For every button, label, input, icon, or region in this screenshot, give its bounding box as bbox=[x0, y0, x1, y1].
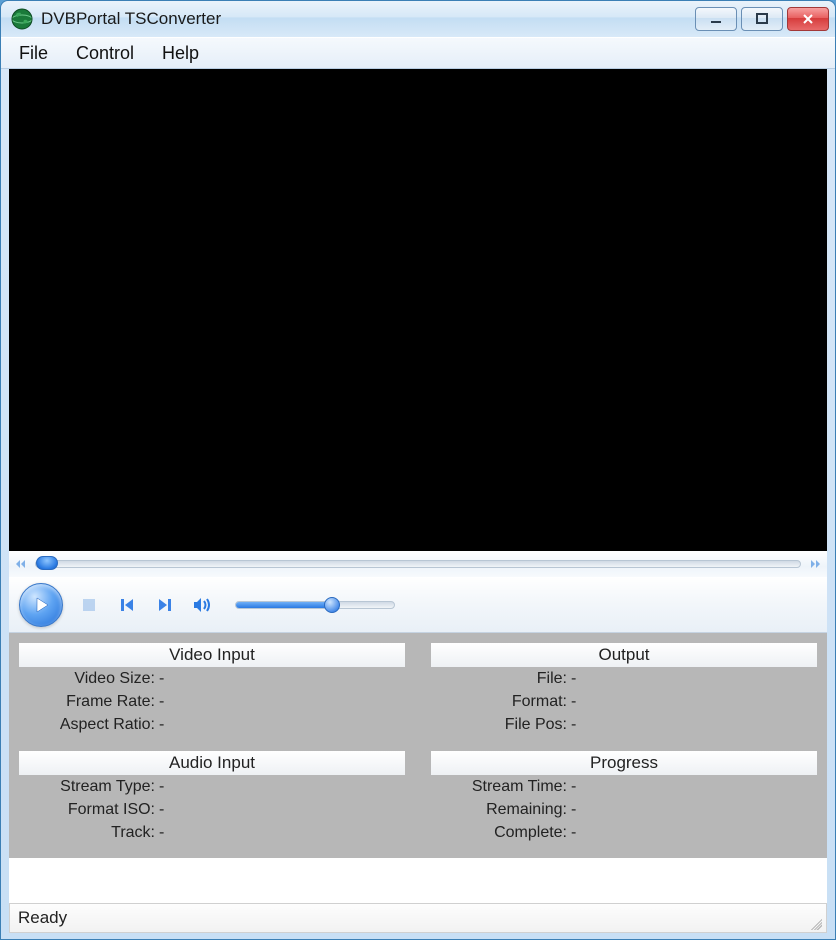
info-label: Remaining: bbox=[431, 798, 571, 821]
info-row: Format:- bbox=[431, 690, 817, 713]
panel-output: Output File:- Format:- File Pos:- bbox=[431, 643, 817, 737]
panel-header: Output bbox=[431, 643, 817, 667]
panel-header: Video Input bbox=[19, 643, 405, 667]
info-label: Video Size: bbox=[19, 667, 159, 690]
info-label: Format: bbox=[431, 690, 571, 713]
info-value: - bbox=[571, 775, 817, 798]
info-value: - bbox=[159, 690, 405, 713]
info-value: - bbox=[571, 713, 817, 736]
info-row: Aspect Ratio:- bbox=[19, 713, 405, 736]
info-value: - bbox=[571, 690, 817, 713]
info-row: Frame Rate:- bbox=[19, 690, 405, 713]
window-title: DVBPortal TSConverter bbox=[41, 9, 695, 29]
info-label: Frame Rate: bbox=[19, 690, 159, 713]
menu-control[interactable]: Control bbox=[64, 39, 146, 68]
info-value: - bbox=[159, 821, 405, 844]
volume-slider[interactable] bbox=[235, 601, 395, 609]
app-window: DVBPortal TSConverter File Control Help bbox=[0, 0, 836, 940]
resize-grip-icon[interactable] bbox=[808, 916, 822, 930]
info-value: - bbox=[159, 798, 405, 821]
status-bar: Ready bbox=[9, 903, 827, 933]
maximize-button[interactable] bbox=[741, 7, 783, 31]
menu-help[interactable]: Help bbox=[150, 39, 211, 68]
seek-bar bbox=[9, 551, 827, 577]
seek-thumb[interactable] bbox=[36, 556, 58, 570]
info-label: Stream Type: bbox=[19, 775, 159, 798]
info-row: File Pos:- bbox=[431, 713, 817, 736]
info-row: Complete:- bbox=[431, 821, 817, 844]
seek-track[interactable] bbox=[35, 560, 801, 568]
info-label: Stream Time: bbox=[431, 775, 571, 798]
info-row: Stream Type:- bbox=[19, 775, 405, 798]
panel-header: Audio Input bbox=[19, 751, 405, 775]
info-label: Track: bbox=[19, 821, 159, 844]
panel-video-input: Video Input Video Size:- Frame Rate:- As… bbox=[19, 643, 405, 737]
menu-file[interactable]: File bbox=[7, 39, 60, 68]
panel-header: Progress bbox=[431, 751, 817, 775]
status-text: Ready bbox=[18, 908, 67, 928]
info-row: Video Size:- bbox=[19, 667, 405, 690]
info-value: - bbox=[159, 667, 405, 690]
info-label: Aspect Ratio: bbox=[19, 713, 159, 736]
playback-controls bbox=[9, 577, 827, 633]
volume-fill bbox=[236, 602, 328, 608]
info-row: Remaining:- bbox=[431, 798, 817, 821]
window-controls bbox=[695, 7, 829, 31]
info-row: Stream Time:- bbox=[431, 775, 817, 798]
prev-button[interactable] bbox=[115, 593, 139, 617]
play-button[interactable] bbox=[19, 583, 63, 627]
info-label: Format ISO: bbox=[19, 798, 159, 821]
info-value: - bbox=[571, 821, 817, 844]
video-preview[interactable] bbox=[9, 69, 827, 551]
info-label: File: bbox=[431, 667, 571, 690]
info-value: - bbox=[571, 667, 817, 690]
info-label: File Pos: bbox=[431, 713, 571, 736]
info-value: - bbox=[159, 713, 405, 736]
close-button[interactable] bbox=[787, 7, 829, 31]
info-row: Format ISO:- bbox=[19, 798, 405, 821]
menu-bar: File Control Help bbox=[1, 37, 835, 69]
content-area: Video Input Video Size:- Frame Rate:- As… bbox=[9, 69, 827, 903]
next-button[interactable] bbox=[153, 593, 177, 617]
seek-forward-icon[interactable] bbox=[807, 556, 821, 572]
globe-icon bbox=[11, 8, 33, 30]
seek-back-icon[interactable] bbox=[15, 556, 29, 572]
panel-progress: Progress Stream Time:- Remaining:- Compl… bbox=[431, 751, 817, 845]
stop-button[interactable] bbox=[77, 593, 101, 617]
minimize-button[interactable] bbox=[695, 7, 737, 31]
volume-thumb[interactable] bbox=[324, 597, 340, 613]
info-label: Complete: bbox=[431, 821, 571, 844]
panel-audio-input: Audio Input Stream Type:- Format ISO:- T… bbox=[19, 751, 405, 845]
title-bar[interactable]: DVBPortal TSConverter bbox=[1, 1, 835, 37]
info-row: Track:- bbox=[19, 821, 405, 844]
info-value: - bbox=[159, 775, 405, 798]
volume-icon[interactable] bbox=[191, 593, 215, 617]
info-area: Video Input Video Size:- Frame Rate:- As… bbox=[9, 633, 827, 858]
info-value: - bbox=[571, 798, 817, 821]
info-row: File:- bbox=[431, 667, 817, 690]
